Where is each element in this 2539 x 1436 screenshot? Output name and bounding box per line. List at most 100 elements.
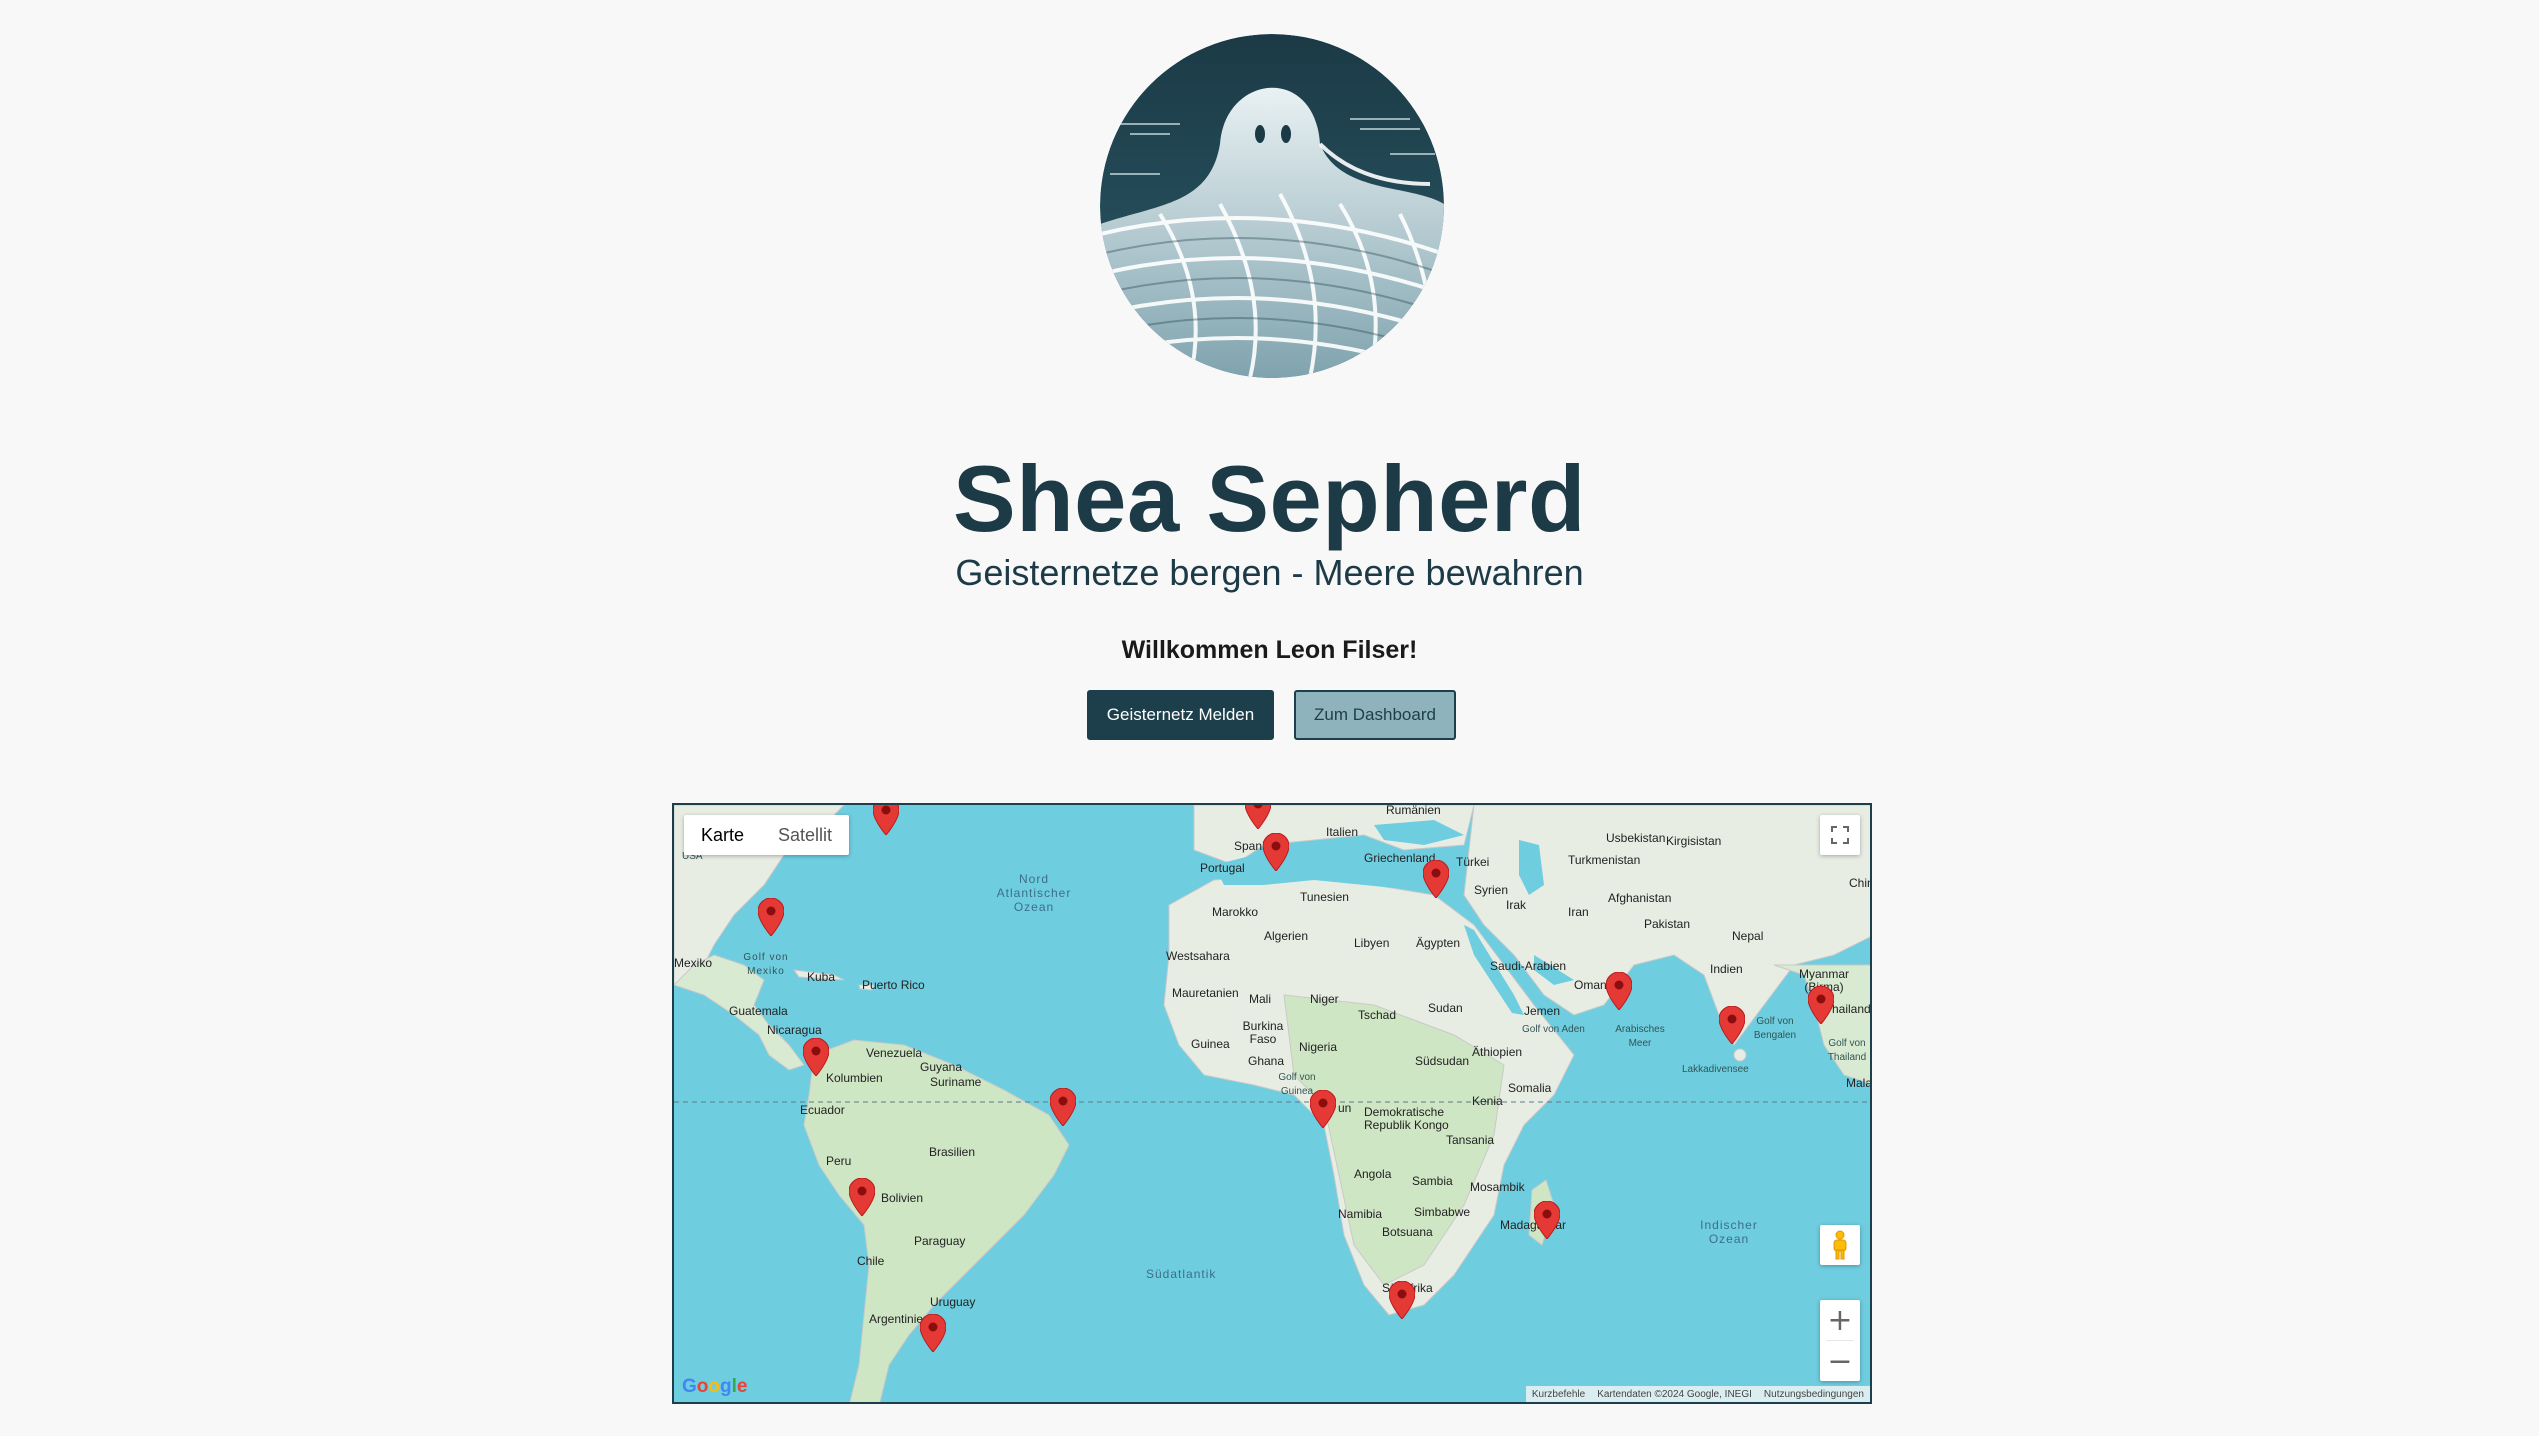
map-data-credit: Kartendaten ©2024 Google, INEGI (1597, 1388, 1752, 1400)
map-label-turkmenistan: Turkmenistan (1568, 853, 1641, 867)
map-label-uruguay: Uruguay (930, 1295, 976, 1309)
map-label-mali: Mali (1249, 992, 1272, 1006)
map-label-golf-bengalen: Golf von Bengalen (1753, 1016, 1797, 1041)
map-label-italien: Italien (1326, 825, 1359, 839)
map-label-portugal: Portugal (1200, 861, 1245, 875)
map-marker[interactable] (1245, 803, 1271, 829)
map-marker[interactable] (1050, 1088, 1076, 1126)
map-marker[interactable] (920, 1314, 946, 1352)
map-label-marokko: Marokko (1212, 905, 1259, 919)
terms-link[interactable]: Nutzungsbedingungen (1764, 1389, 1864, 1400)
map-label-tunesien: Tunesien (1300, 890, 1349, 904)
map-label-pakistan: Pakistan (1644, 917, 1691, 931)
zoom-in-button[interactable]: + (1820, 1300, 1860, 1340)
world-map[interactable]: USA Mexiko Golf von Mexiko Kuba Puerto R… (672, 803, 1872, 1404)
map-label-ecuador: Ecuador (800, 1103, 845, 1117)
pegman-icon (1833, 1230, 1847, 1260)
map-label-westsahara: Westsahara (1166, 949, 1230, 963)
map-label-botsuana: Botsuana (1382, 1225, 1433, 1239)
map-label-rumaenien: Rumänien (1386, 803, 1441, 817)
map-label-golf-aden: Golf von Aden (1522, 1024, 1585, 1035)
map-label-lakkadivensee: Lakkadivensee (1682, 1064, 1749, 1075)
map-label-nicaragua: Nicaragua (767, 1023, 822, 1037)
dashboard-button[interactable]: Zum Dashboard (1294, 690, 1456, 740)
map-label-aethiopien: Äthiopien (1472, 1045, 1523, 1059)
map-label-suedatlantik: Südatlantik (1146, 1267, 1217, 1281)
logo (1100, 34, 1444, 378)
map-marker[interactable] (873, 803, 899, 835)
map-label-nordatlantik: Nord Atlantischer Ozean (996, 872, 1072, 914)
map-label-ghana: Ghana (1248, 1054, 1285, 1068)
map-label-sudan: Sudan (1428, 1001, 1463, 1015)
map-marker[interactable] (1263, 833, 1289, 871)
map-label-syrien: Syrien (1474, 883, 1509, 897)
map-marker[interactable] (758, 898, 784, 936)
map-label-indien: Indien (1710, 962, 1743, 976)
map-label-jemen: Jemen (1524, 1004, 1561, 1018)
report-ghostnet-button[interactable]: Geisternetz Melden (1087, 690, 1274, 740)
map-label-saudi: Saudi-Arabien (1490, 959, 1567, 973)
zoom-out-button[interactable]: − (1820, 1341, 1860, 1381)
map-marker[interactable] (1534, 1201, 1560, 1239)
map-label-iran: Iran (1568, 905, 1589, 919)
welcome-message: Willkommen Leon Filser! (1121, 636, 1418, 664)
map-label-chile: Chile (857, 1254, 885, 1268)
map-label-guinea: Guinea (1191, 1037, 1230, 1051)
street-view-button[interactable] (1820, 1225, 1860, 1265)
map-label-nepal: Nepal (1732, 929, 1764, 943)
shortcuts-link[interactable]: Kurzbefehle (1532, 1389, 1585, 1400)
map-label-mosambik: Mosambik (1470, 1180, 1525, 1194)
map-label-malaysia: Malay (1846, 1076, 1872, 1090)
map-label-peru: Peru (826, 1154, 852, 1168)
map-label-afghanistan: Afghanistan (1608, 891, 1672, 905)
map-label-kenia: Kenia (1472, 1094, 1503, 1108)
fullscreen-icon (1831, 826, 1849, 844)
map-type-satellit[interactable]: Satellit (761, 815, 849, 855)
map-label-spanien: Spani (1234, 839, 1265, 853)
map-label-tansania: Tansania (1446, 1133, 1495, 1147)
map-marker[interactable] (803, 1038, 829, 1076)
map-label-arabisches-meer: Arabisches Meer (1615, 1024, 1665, 1049)
map-label-namibia: Namibia (1338, 1207, 1383, 1221)
map-label-mauretanien: Mauretanien (1172, 986, 1239, 1000)
map-marker[interactable] (1606, 972, 1632, 1010)
map-label-kamerun: un (1338, 1101, 1352, 1115)
google-logo[interactable]: Google (682, 1376, 747, 1398)
map-marker[interactable] (1310, 1090, 1336, 1128)
map-label-suedsudan: Südsudan (1415, 1054, 1470, 1068)
map-label-irak: Irak (1506, 898, 1527, 912)
page-subtitle: Geisternetze bergen - Meere bewahren (955, 552, 1584, 593)
map-label-oman: Oman (1574, 978, 1607, 992)
fullscreen-button[interactable] (1820, 815, 1860, 855)
map-label-golf-thailand: Golf von Thailand (1827, 1038, 1867, 1063)
map-label-nigeria: Nigeria (1299, 1040, 1338, 1054)
map-label-guyana: Guyana (920, 1060, 963, 1074)
map-attribution: Kurzbefehle Kartendaten ©2024 Google, IN… (1525, 1386, 1870, 1402)
page-title: Shea Sepherd (953, 446, 1586, 551)
map-marker[interactable] (1808, 986, 1834, 1024)
map-marker[interactable] (1719, 1006, 1745, 1044)
map-label-guatemala: Guatemala (729, 1004, 788, 1018)
map-label-aegypten: Ägypten (1416, 936, 1461, 950)
map-label-sambia: Sambia (1412, 1174, 1453, 1188)
map-label-angola: Angola (1354, 1167, 1392, 1181)
map-label-tuerkei: Türkei (1456, 855, 1490, 869)
zoom-control: + − (1820, 1300, 1860, 1381)
map-label-bolivien: Bolivien (881, 1191, 924, 1205)
map-label-brasilien: Brasilien (929, 1145, 976, 1159)
map-marker[interactable] (849, 1178, 875, 1216)
map-label-kuba: Kuba (807, 970, 836, 984)
map-label-niger: Niger (1310, 992, 1339, 1006)
map-label-tschad: Tschad (1358, 1008, 1397, 1022)
map-label-somalia: Somalia (1508, 1081, 1552, 1095)
map-marker[interactable] (1389, 1281, 1415, 1319)
map-label-thailand: hailand (1832, 1002, 1871, 1016)
map-label-simbabwe: Simbabwe (1414, 1205, 1471, 1219)
map-label-libyen: Libyen (1354, 936, 1390, 950)
map-label-venezuela: Venezuela (866, 1046, 923, 1060)
map-marker[interactable] (1423, 860, 1449, 898)
map-label-mexiko: Mexiko (674, 956, 713, 970)
map-label-burkina: Burkina Faso (1242, 1019, 1284, 1046)
map-label-golf-mexiko: Golf von Mexiko (743, 952, 789, 977)
map-type-karte[interactable]: Karte (684, 815, 761, 855)
